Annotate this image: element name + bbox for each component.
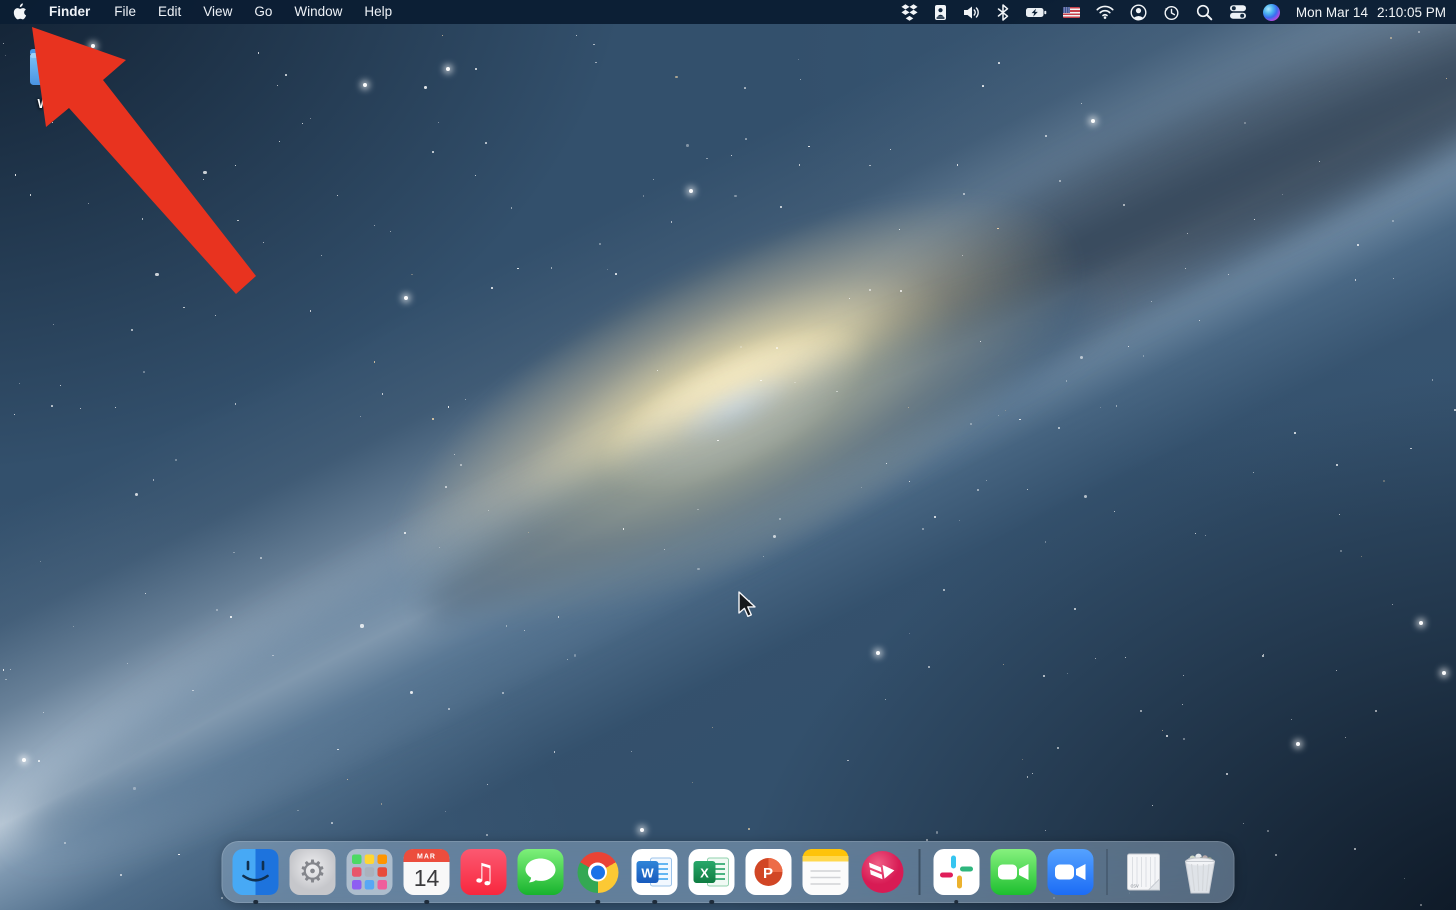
- svg-text:P: P: [763, 865, 773, 882]
- trash-full-icon: [1178, 849, 1224, 895]
- menu-item-help[interactable]: Help: [353, 0, 403, 24]
- dock-item-music[interactable]: ♫: [461, 849, 507, 895]
- dock-item-calendar[interactable]: MAR 14: [404, 849, 450, 895]
- svg-text:♫: ♫: [471, 859, 495, 890]
- dock-item-slack[interactable]: [933, 849, 979, 895]
- desktop-icon-work[interactable]: Work: [14, 46, 92, 111]
- clock-time: 2:10:05 PM: [1377, 5, 1446, 20]
- dock-item-skitch[interactable]: [860, 849, 906, 895]
- chrome-icon: [577, 852, 618, 893]
- control-center-icon[interactable]: [1221, 0, 1255, 24]
- running-indicator: [253, 900, 258, 905]
- svg-text:14: 14: [414, 865, 440, 891]
- volume-icon[interactable]: [955, 0, 989, 24]
- music-icon: ♫: [461, 849, 507, 895]
- dock-item-messages[interactable]: [518, 849, 564, 895]
- word-icon: W: [632, 849, 678, 895]
- dock-item-chrome[interactable]: [575, 849, 621, 895]
- desktop-icon-label: Work: [14, 97, 92, 111]
- excel-icon: X: [689, 849, 735, 895]
- dock-item-notes[interactable]: [803, 849, 849, 895]
- folder-icon: [27, 46, 79, 88]
- bluetooth-icon[interactable]: [989, 0, 1017, 24]
- launchpad-icon: [347, 849, 393, 895]
- calendar-icon: MAR 14: [404, 849, 450, 895]
- starfield: [0, 0, 1456, 910]
- battery-charging-icon[interactable]: [1017, 0, 1055, 24]
- notes-icon: [803, 849, 849, 895]
- svg-text:csv: csv: [1131, 884, 1140, 890]
- finder-icon: [233, 849, 279, 895]
- svg-text:MAR: MAR: [417, 854, 436, 861]
- apple-logo-icon: [12, 3, 27, 21]
- skitch-arrow-icon: [860, 849, 906, 895]
- user-account-icon[interactable]: [1122, 0, 1155, 24]
- menu-item-window[interactable]: Window: [283, 0, 353, 24]
- menu-bar: Finder File Edit View Go Window Help: [0, 0, 1456, 24]
- gear-icon: ⚙: [290, 849, 336, 895]
- menubar-clock[interactable]: Mon Mar 14 2:10:05 PM: [1288, 5, 1446, 20]
- desktop-screen: Work Finder File Edit View Go Window Hel…: [0, 0, 1456, 910]
- csv-document-icon: csv: [1121, 849, 1167, 895]
- menu-bar-left: Finder File Edit View Go Window Help: [0, 0, 403, 24]
- dock-separator: [1106, 849, 1108, 895]
- dock-separator: [919, 849, 921, 895]
- us-flag: [1063, 7, 1080, 18]
- dock-item-trash[interactable]: [1178, 849, 1224, 895]
- menu-item-file[interactable]: File: [103, 0, 147, 24]
- dropbox-icon[interactable]: [893, 0, 926, 24]
- menu-item-edit[interactable]: Edit: [147, 0, 192, 24]
- svg-text:X: X: [700, 866, 709, 881]
- dock-item-csv-document[interactable]: csv: [1121, 849, 1167, 895]
- keyboard-us-flag-icon[interactable]: [1055, 0, 1088, 24]
- dock-item-facetime[interactable]: [990, 849, 1036, 895]
- spotlight-icon[interactable]: [1188, 0, 1221, 24]
- dock-item-powerpoint[interactable]: P: [746, 849, 792, 895]
- dock-item-zoom[interactable]: [1047, 849, 1093, 895]
- dock-item-word[interactable]: W: [632, 849, 678, 895]
- messages-icon: [518, 849, 564, 895]
- dock-item-system-preferences[interactable]: ⚙: [290, 849, 336, 895]
- slack-icon: [933, 849, 979, 895]
- clock-date: Mon Mar 14: [1296, 5, 1368, 20]
- menu-bar-status: Mon Mar 14 2:10:05 PM: [893, 0, 1456, 24]
- svg-text:⚙: ⚙: [299, 854, 327, 890]
- facetime-icon: [990, 849, 1036, 895]
- dock-item-finder[interactable]: [233, 849, 279, 895]
- dock-item-excel[interactable]: X: [689, 849, 735, 895]
- time-machine-icon[interactable]: [1155, 0, 1188, 24]
- wifi-icon[interactable]: [1088, 0, 1122, 24]
- menu-item-go[interactable]: Go: [243, 0, 283, 24]
- backup-device-icon[interactable]: [926, 0, 955, 24]
- powerpoint-icon: P: [746, 849, 792, 895]
- apple-menu[interactable]: [0, 0, 38, 24]
- siri-icon[interactable]: [1255, 0, 1288, 24]
- dock-item-launchpad[interactable]: [347, 849, 393, 895]
- dock: ⚙: [222, 841, 1235, 903]
- menu-item-view[interactable]: View: [192, 0, 243, 24]
- svg-text:W: W: [641, 866, 654, 881]
- zoom-icon: [1047, 849, 1093, 895]
- menu-item-finder[interactable]: Finder: [38, 0, 103, 24]
